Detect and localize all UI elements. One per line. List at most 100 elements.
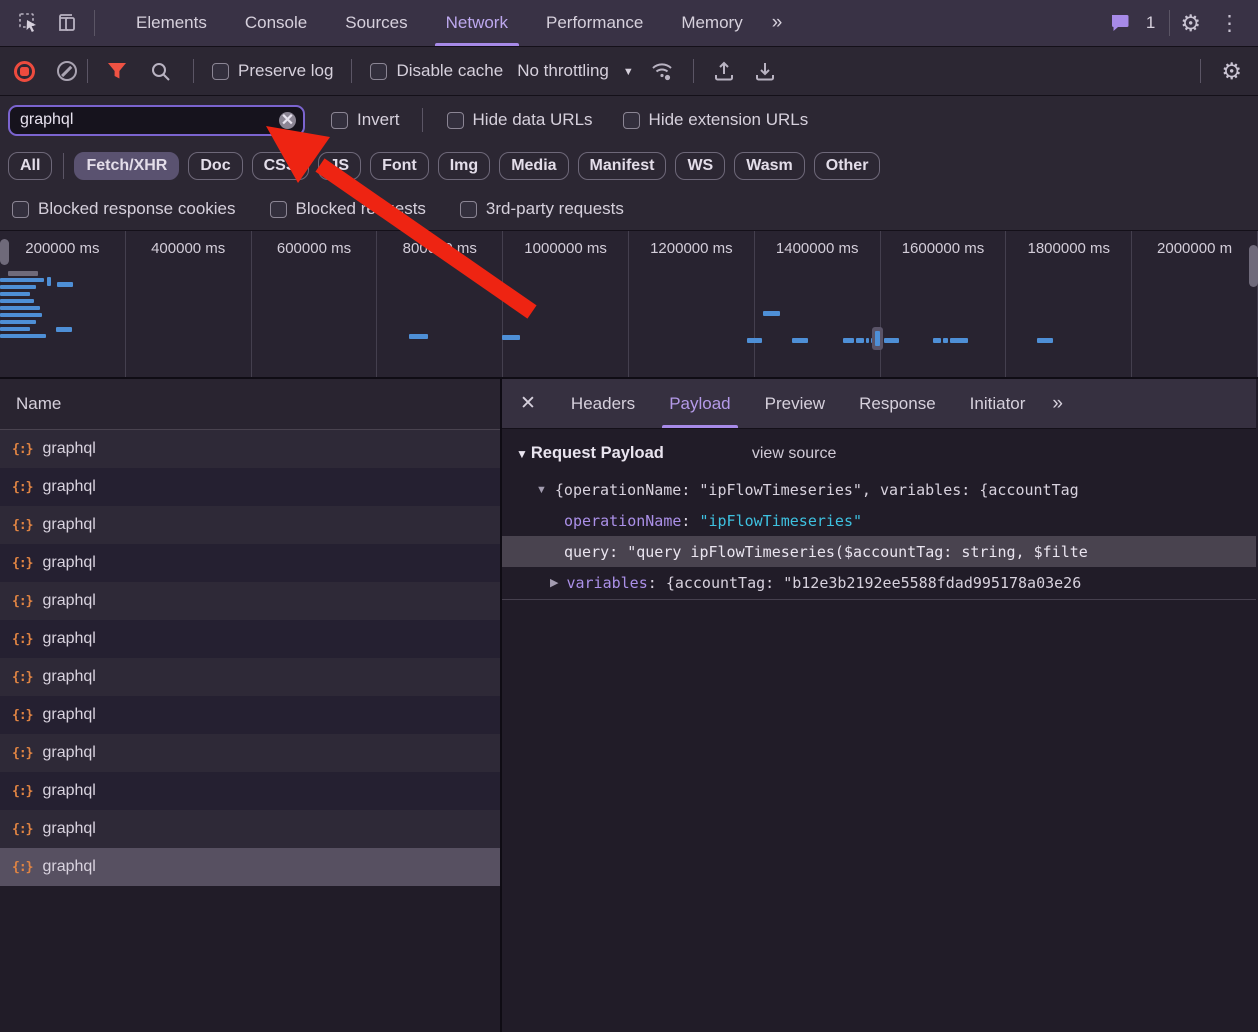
- network-conditions-icon[interactable]: [650, 59, 674, 83]
- detail-tab-response[interactable]: Response: [842, 379, 953, 428]
- chip-font[interactable]: Font: [370, 152, 429, 180]
- view-source-link[interactable]: view source: [752, 445, 836, 463]
- request-name: graphql: [42, 820, 95, 838]
- payload-query-line-selected[interactable]: query: "query ipFlowTimeseries($accountT…: [500, 536, 1256, 567]
- clear-network-log-icon[interactable]: [57, 61, 77, 81]
- inspect-element-icon[interactable]: [17, 11, 41, 35]
- checkbox[interactable]: [623, 112, 640, 129]
- details-more-tabs-icon[interactable]: »: [1042, 393, 1071, 415]
- chip-js[interactable]: JS: [318, 152, 362, 180]
- table-row[interactable]: {:}graphql: [0, 810, 500, 848]
- search-icon[interactable]: [148, 59, 172, 83]
- detail-tab-initiator[interactable]: Initiator: [953, 379, 1043, 428]
- panel-splitter[interactable]: [500, 379, 502, 1032]
- checkbox[interactable]: [370, 63, 387, 80]
- checkbox[interactable]: [447, 112, 464, 129]
- json-file-icon: {:}: [12, 480, 32, 495]
- checkbox[interactable]: [270, 201, 287, 218]
- table-row[interactable]: {:}graphql: [0, 544, 500, 582]
- table-row[interactable]: {:}graphql: [0, 468, 500, 506]
- request-type-chips: All Fetch/XHR Doc CSS JS Font Img Media Manifest…: [0, 144, 1258, 188]
- more-tabs-icon[interactable]: »: [762, 12, 791, 34]
- checkbox[interactable]: [331, 112, 348, 129]
- waterfall-bar: [0, 306, 40, 310]
- checkbox[interactable]: [212, 63, 229, 80]
- checkbox[interactable]: [460, 201, 477, 218]
- table-row[interactable]: {:}graphql: [0, 620, 500, 658]
- chip-all[interactable]: All: [8, 152, 52, 180]
- table-row[interactable]: {:}graphql: [0, 658, 500, 696]
- divider: [693, 59, 694, 83]
- export-har-icon[interactable]: [753, 59, 777, 83]
- chip-ws[interactable]: WS: [675, 152, 725, 180]
- preserve-log-checkbox[interactable]: Preserve log: [212, 61, 333, 81]
- chip-doc[interactable]: Doc: [188, 152, 242, 180]
- close-details-icon[interactable]: ✕: [500, 392, 554, 415]
- waterfall-bar: [950, 338, 968, 343]
- network-overview-timeline[interactable]: 200000 ms400000 ms600000 ms800000 ms1000…: [0, 231, 1258, 379]
- requests-list-panel: Name {:}graphql{:}graphql{:}graphql{:}gr…: [0, 379, 500, 1032]
- clear-filter-icon[interactable]: ✕: [279, 112, 296, 129]
- table-row[interactable]: {:}graphql: [0, 430, 500, 468]
- filter-funnel-icon[interactable]: [105, 59, 129, 83]
- waterfall-bar: [856, 338, 864, 343]
- device-toolbar-icon[interactable]: [55, 11, 79, 35]
- table-row[interactable]: {:}graphql: [0, 506, 500, 544]
- tab-memory[interactable]: Memory: [662, 0, 761, 46]
- table-row[interactable]: {:}graphql: [0, 734, 500, 772]
- waterfall-bar: [843, 338, 854, 343]
- hide-data-urls-checkbox[interactable]: Hide data URLs: [447, 110, 593, 130]
- table-row[interactable]: {:}graphql: [0, 772, 500, 810]
- tab-network[interactable]: Network: [427, 0, 527, 46]
- blocked-requests-checkbox[interactable]: Blocked requests: [270, 199, 426, 219]
- tab-performance[interactable]: Performance: [527, 0, 662, 46]
- checkbox[interactable]: [12, 201, 29, 218]
- throttling-select[interactable]: No throttling ▼: [503, 61, 634, 81]
- detail-tab-preview[interactable]: Preview: [748, 379, 842, 428]
- waterfall-bar: [792, 338, 808, 343]
- json-file-icon: {:}: [12, 594, 32, 609]
- 3rd-party-requests-checkbox[interactable]: 3rd-party requests: [460, 199, 624, 219]
- chip-media[interactable]: Media: [499, 152, 568, 180]
- tab-elements[interactable]: Elements: [117, 0, 226, 46]
- issues-count: 1: [1146, 13, 1155, 33]
- waterfall-bar: [1249, 245, 1258, 287]
- filter-input[interactable]: graphql ✕: [8, 105, 305, 136]
- collapse-triangle-icon[interactable]: ▼: [516, 447, 528, 461]
- checkbox-label: 3rd-party requests: [486, 199, 624, 219]
- network-settings-gear-icon[interactable]: ⚙: [1221, 60, 1242, 83]
- chip-fetch-xhr[interactable]: Fetch/XHR: [74, 152, 179, 180]
- chip-img[interactable]: Img: [438, 152, 490, 180]
- invert-checkbox[interactable]: Invert: [331, 110, 400, 130]
- table-row[interactable]: {:}graphql: [0, 848, 500, 886]
- expand-triangle-icon[interactable]: ▶: [550, 576, 558, 589]
- disable-cache-checkbox[interactable]: Disable cache: [370, 61, 503, 81]
- kebab-menu-icon[interactable]: ⋮: [1213, 11, 1246, 36]
- table-row[interactable]: {:}graphql: [0, 696, 500, 734]
- payload-operation-name-line[interactable]: operationName: "ipFlowTimeseries": [500, 505, 1256, 536]
- tab-console[interactable]: Console: [226, 0, 326, 46]
- json-file-icon: {:}: [12, 784, 32, 799]
- chip-manifest[interactable]: Manifest: [578, 152, 667, 180]
- payload-variables-line[interactable]: ▶ variables: {accountTag: "b12e3b2192ee5…: [500, 567, 1256, 598]
- detail-tab-payload[interactable]: Payload: [652, 379, 747, 428]
- settings-gear-icon[interactable]: ⚙: [1180, 12, 1201, 35]
- expand-triangle-icon[interactable]: ▼: [536, 484, 547, 496]
- chip-other[interactable]: Other: [814, 152, 881, 180]
- request-payload-heading: Request Payload: [531, 444, 664, 463]
- waterfall-bar: [409, 334, 428, 339]
- record-network-log-button[interactable]: [14, 61, 35, 82]
- tab-sources[interactable]: Sources: [326, 0, 426, 46]
- divider: [422, 108, 423, 132]
- divider: [500, 599, 1256, 600]
- chip-css[interactable]: CSS: [252, 152, 309, 180]
- import-har-icon[interactable]: [712, 59, 736, 83]
- payload-summary-line[interactable]: ▼ {operationName: "ipFlowTimeseries", va…: [500, 474, 1256, 505]
- table-row[interactable]: {:}graphql: [0, 582, 500, 620]
- name-column-header[interactable]: Name: [0, 379, 500, 430]
- issues-message-icon[interactable]: [1109, 11, 1133, 35]
- hide-extension-urls-checkbox[interactable]: Hide extension URLs: [623, 110, 809, 130]
- detail-tab-headers[interactable]: Headers: [554, 379, 652, 428]
- blocked-response-cookies-checkbox[interactable]: Blocked response cookies: [12, 199, 236, 219]
- chip-wasm[interactable]: Wasm: [734, 152, 805, 180]
